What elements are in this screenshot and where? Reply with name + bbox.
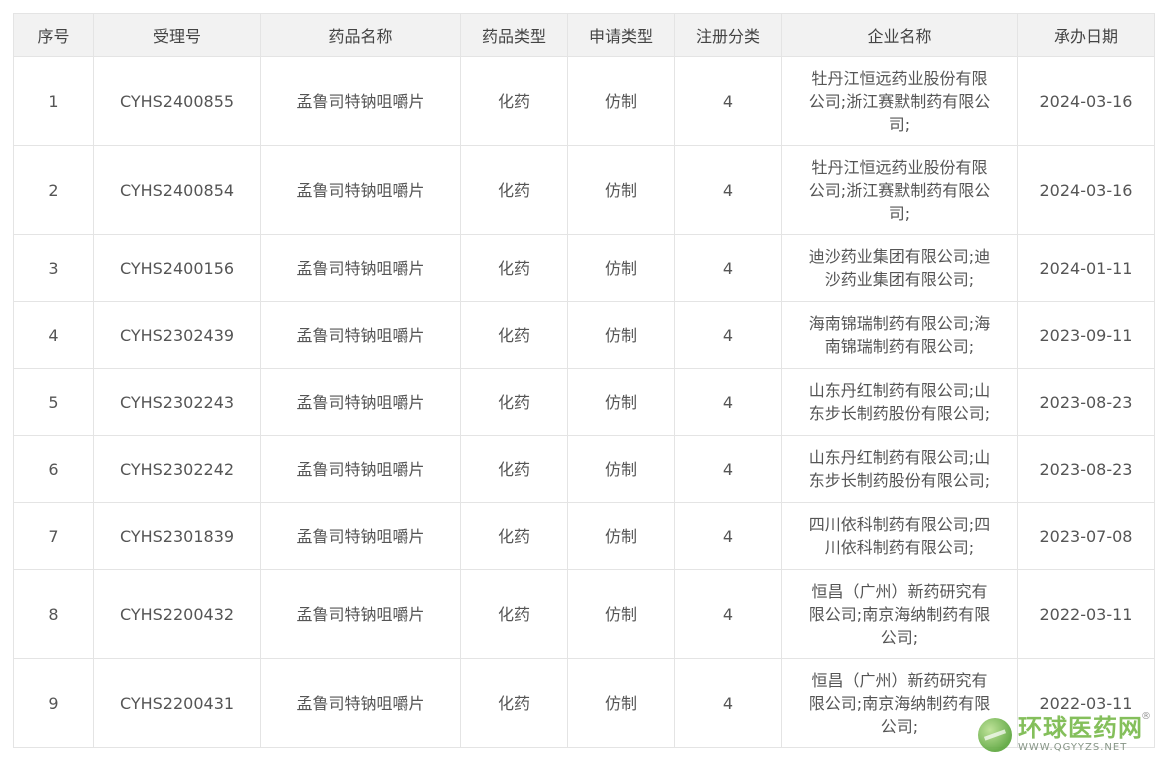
table-row: 4 CYHS2302439 孟鲁司特钠咀嚼片 化药 仿制 4 海南锦瑞制药有限公… (13, 301, 1155, 369)
cell-company-name: 牡丹江恒远药业股份有限公司;浙江赛默制药有限公司; (781, 56, 1018, 146)
cell-company-name: 山东丹红制药有限公司;山东步长制药股份有限公司; (781, 435, 1018, 503)
cell-drug-type: 化药 (460, 234, 568, 302)
cell-drug-name: 孟鲁司特钠咀嚼片 (260, 301, 461, 369)
table-row: 8 CYHS2200432 孟鲁司特钠咀嚼片 化药 仿制 4 恒昌（广州）新药研… (13, 569, 1155, 659)
cell-date: 2023-07-08 (1017, 502, 1155, 570)
cell-application-type: 仿制 (567, 234, 675, 302)
watermark-text: 环球医药网 WWW.QGYYZS.NET ® (1018, 712, 1151, 753)
cell-acceptance-no: CYHS2302243 (93, 368, 261, 436)
cell-drug-name: 孟鲁司特钠咀嚼片 (260, 502, 461, 570)
header-drug-name: 药品名称 (260, 13, 461, 57)
cell-drug-name: 孟鲁司特钠咀嚼片 (260, 234, 461, 302)
cell-drug-type: 化药 (460, 502, 568, 570)
cell-registration-class: 4 (674, 234, 782, 302)
cell-registration-class: 4 (674, 145, 782, 235)
cell-drug-type: 化药 (460, 56, 568, 146)
cell-date: 2024-03-16 (1017, 56, 1155, 146)
cell-acceptance-no: CYHS2400855 (93, 56, 261, 146)
cell-registration-class: 4 (674, 435, 782, 503)
cell-index: 4 (13, 301, 94, 369)
cell-drug-name: 孟鲁司特钠咀嚼片 (260, 368, 461, 436)
header-date: 承办日期 (1017, 13, 1155, 57)
cell-registration-class: 4 (674, 368, 782, 436)
cell-registration-class: 4 (674, 658, 782, 748)
cell-company-name: 海南锦瑞制药有限公司;海南锦瑞制药有限公司; (781, 301, 1018, 369)
cell-acceptance-no: CYHS2200432 (93, 569, 261, 659)
registered-mark: ® (1141, 711, 1151, 722)
cell-date: 2022-03-11 (1017, 569, 1155, 659)
cell-index: 1 (13, 56, 94, 146)
cell-acceptance-no: CYHS2302439 (93, 301, 261, 369)
cell-index: 7 (13, 502, 94, 570)
cell-date: 2024-03-16 (1017, 145, 1155, 235)
header-application-type: 申请类型 (567, 13, 675, 57)
watermark-site: WWW.QGYYZS.NET (1018, 742, 1128, 753)
cell-drug-name: 孟鲁司特钠咀嚼片 (260, 56, 461, 146)
table-row: 7 CYHS2301839 孟鲁司特钠咀嚼片 化药 仿制 4 四川依科制药有限公… (13, 502, 1155, 570)
drug-registration-table: 序号 受理号 药品名称 药品类型 申请类型 注册分类 企业名称 承办日期 1 C… (13, 13, 1155, 748)
cell-drug-type: 化药 (460, 569, 568, 659)
cell-application-type: 仿制 (567, 435, 675, 503)
cell-acceptance-no: CYHS2301839 (93, 502, 261, 570)
cell-registration-class: 4 (674, 56, 782, 146)
cell-acceptance-no: CYHS2400156 (93, 234, 261, 302)
site-watermark: 环球医药网 WWW.QGYYZS.NET ® (978, 712, 1151, 753)
cell-drug-name: 孟鲁司特钠咀嚼片 (260, 145, 461, 235)
cell-date: 2024-01-11 (1017, 234, 1155, 302)
table-header-row: 序号 受理号 药品名称 药品类型 申请类型 注册分类 企业名称 承办日期 (13, 13, 1155, 57)
cell-registration-class: 4 (674, 569, 782, 659)
cell-company-name: 恒昌（广州）新药研究有限公司;南京海纳制药有限公司; (781, 569, 1018, 659)
table-body: 1 CYHS2400855 孟鲁司特钠咀嚼片 化药 仿制 4 牡丹江恒远药业股份… (13, 56, 1155, 748)
watermark-name: 环球医药网 (1018, 714, 1143, 742)
header-acceptance-no: 受理号 (93, 13, 261, 57)
cell-drug-type: 化药 (460, 658, 568, 748)
header-company-name: 企业名称 (781, 13, 1018, 57)
header-index: 序号 (13, 13, 94, 57)
cell-company-name: 牡丹江恒远药业股份有限公司;浙江赛默制药有限公司; (781, 145, 1018, 235)
table-row: 5 CYHS2302243 孟鲁司特钠咀嚼片 化药 仿制 4 山东丹红制药有限公… (13, 368, 1155, 436)
table-row: 2 CYHS2400854 孟鲁司特钠咀嚼片 化药 仿制 4 牡丹江恒远药业股份… (13, 145, 1155, 235)
cell-company-name: 山东丹红制药有限公司;山东步长制药股份有限公司; (781, 368, 1018, 436)
cell-drug-type: 化药 (460, 145, 568, 235)
cell-company-name: 四川依科制药有限公司;四川依科制药有限公司; (781, 502, 1018, 570)
cell-date: 2023-08-23 (1017, 435, 1155, 503)
cell-application-type: 仿制 (567, 301, 675, 369)
cell-application-type: 仿制 (567, 56, 675, 146)
cell-company-name: 迪沙药业集团有限公司;迪沙药业集团有限公司; (781, 234, 1018, 302)
table-row: 6 CYHS2302242 孟鲁司特钠咀嚼片 化药 仿制 4 山东丹红制药有限公… (13, 435, 1155, 503)
registration-table-container: 序号 受理号 药品名称 药品类型 申请类型 注册分类 企业名称 承办日期 1 C… (13, 13, 1155, 748)
header-drug-type: 药品类型 (460, 13, 568, 57)
cell-drug-type: 化药 (460, 368, 568, 436)
cell-application-type: 仿制 (567, 145, 675, 235)
cell-drug-name: 孟鲁司特钠咀嚼片 (260, 569, 461, 659)
cell-drug-name: 孟鲁司特钠咀嚼片 (260, 658, 461, 748)
cell-application-type: 仿制 (567, 502, 675, 570)
cell-registration-class: 4 (674, 301, 782, 369)
cell-index: 8 (13, 569, 94, 659)
cell-registration-class: 4 (674, 502, 782, 570)
cell-date: 2023-08-23 (1017, 368, 1155, 436)
cell-acceptance-no: CYHS2400854 (93, 145, 261, 235)
cell-application-type: 仿制 (567, 569, 675, 659)
cell-drug-type: 化药 (460, 435, 568, 503)
cell-date: 2023-09-11 (1017, 301, 1155, 369)
cell-application-type: 仿制 (567, 368, 675, 436)
header-registration-class: 注册分类 (674, 13, 782, 57)
globe-logo-icon (978, 717, 1012, 752)
cell-index: 2 (13, 145, 94, 235)
cell-acceptance-no: CYHS2302242 (93, 435, 261, 503)
cell-acceptance-no: CYHS2200431 (93, 658, 261, 748)
cell-index: 6 (13, 435, 94, 503)
cell-index: 3 (13, 234, 94, 302)
table-row: 1 CYHS2400855 孟鲁司特钠咀嚼片 化药 仿制 4 牡丹江恒远药业股份… (13, 56, 1155, 146)
table-header: 序号 受理号 药品名称 药品类型 申请类型 注册分类 企业名称 承办日期 (13, 13, 1155, 57)
cell-drug-type: 化药 (460, 301, 568, 369)
cell-application-type: 仿制 (567, 658, 675, 748)
table-row: 3 CYHS2400156 孟鲁司特钠咀嚼片 化药 仿制 4 迪沙药业集团有限公… (13, 234, 1155, 302)
cell-index: 9 (13, 658, 94, 748)
cell-index: 5 (13, 368, 94, 436)
cell-drug-name: 孟鲁司特钠咀嚼片 (260, 435, 461, 503)
